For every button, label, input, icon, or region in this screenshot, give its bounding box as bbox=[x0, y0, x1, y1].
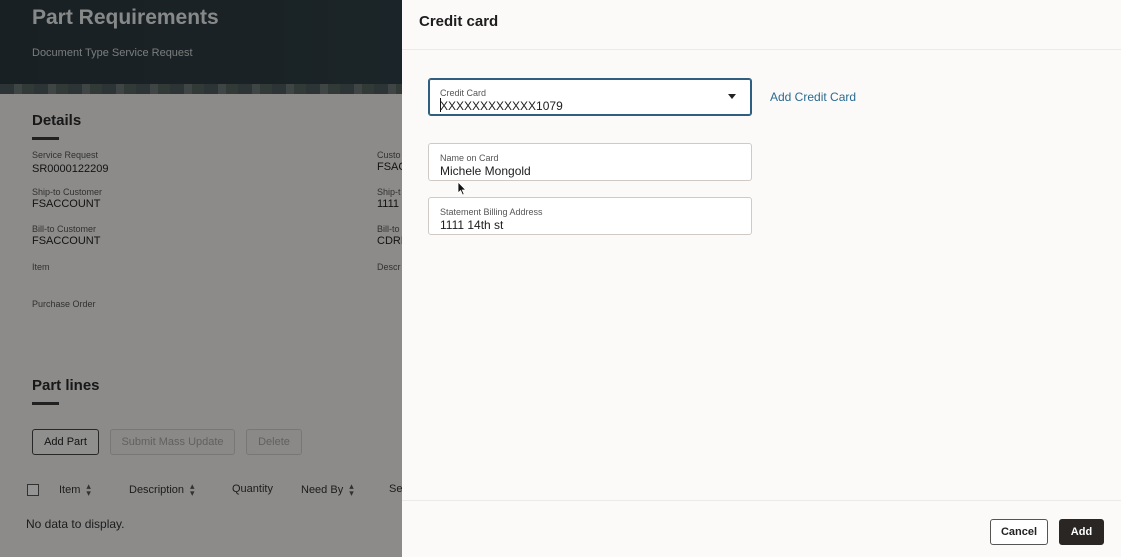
cancel-button[interactable]: Cancel bbox=[990, 519, 1048, 545]
name-on-card-label: Name on Card bbox=[440, 153, 499, 163]
add-button[interactable]: Add bbox=[1059, 519, 1104, 545]
credit-card-value: XXXXXXXXXXXX1079 bbox=[440, 99, 563, 113]
billing-address-label: Statement Billing Address bbox=[440, 207, 543, 217]
credit-card-drawer: Credit card Credit Card XXXXXXXXXXXX1079… bbox=[402, 0, 1121, 557]
credit-card-select[interactable]: Credit Card XXXXXXXXXXXX1079 bbox=[428, 78, 752, 116]
billing-address-value: 1111 14th st bbox=[440, 218, 504, 232]
add-credit-card-link[interactable]: Add Credit Card bbox=[770, 90, 856, 104]
modal-scrim[interactable] bbox=[0, 0, 402, 557]
drawer-footer: Cancel Add bbox=[402, 500, 1121, 557]
name-on-card-field[interactable]: Name on Card Michele Mongold bbox=[428, 143, 752, 181]
name-on-card-value: Michele Mongold bbox=[440, 164, 531, 178]
drawer-title: Credit card bbox=[419, 13, 499, 30]
drawer-header: Credit card bbox=[402, 0, 1121, 50]
mouse-pointer-icon bbox=[457, 181, 467, 196]
billing-address-field[interactable]: Statement Billing Address 1111 14th st bbox=[428, 197, 752, 235]
chevron-down-icon[interactable] bbox=[728, 94, 736, 99]
credit-card-label: Credit Card bbox=[440, 88, 487, 98]
